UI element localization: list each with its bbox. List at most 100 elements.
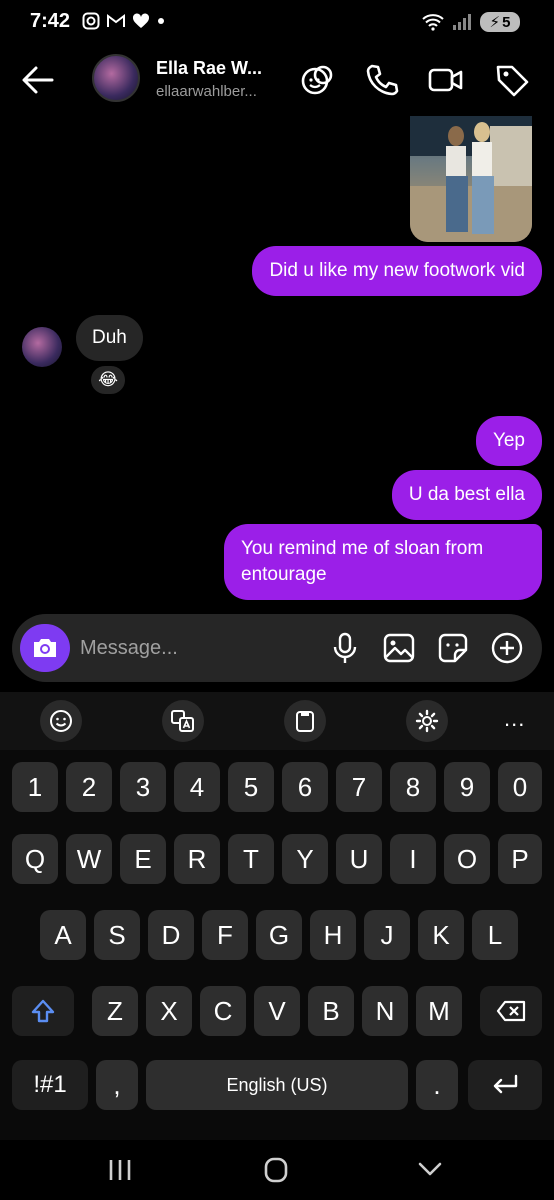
system-nav-bar	[0, 1140, 554, 1200]
key-a[interactable]: A	[40, 910, 86, 960]
video-icon[interactable]	[428, 62, 464, 98]
heart-icon	[132, 13, 150, 28]
laughing-emoji-icon: 😂	[98, 370, 118, 389]
key-u[interactable]: U	[336, 834, 382, 884]
key-3[interactable]: 3	[120, 762, 166, 812]
chat-header: Ella Rae W... ellaarwahlber...	[0, 50, 554, 110]
key-f[interactable]: F	[202, 910, 248, 960]
key-d[interactable]: D	[148, 910, 194, 960]
key-k[interactable]: K	[418, 910, 464, 960]
tag-icon[interactable]	[494, 62, 530, 98]
system-icons: ⚡ 5	[422, 12, 520, 32]
battery-icon: ⚡ 5	[480, 12, 520, 32]
key-l[interactable]: L	[472, 910, 518, 960]
notification-icons	[82, 12, 166, 30]
key-y[interactable]: Y	[282, 834, 328, 884]
translate-button[interactable]	[162, 700, 204, 742]
backspace-key[interactable]	[480, 986, 542, 1036]
camera-button[interactable]	[20, 624, 70, 672]
backspace-icon	[496, 1000, 526, 1022]
gallery-icon[interactable]	[382, 631, 416, 665]
home-icon[interactable]	[258, 1154, 294, 1186]
status-bar: 7:42 ⚡ 5	[0, 0, 554, 44]
key-9[interactable]: 9	[444, 762, 490, 812]
key-h[interactable]: H	[310, 910, 356, 960]
key-m[interactable]: M	[416, 986, 462, 1036]
key-x[interactable]: X	[146, 986, 192, 1036]
message-outgoing[interactable]: Did u like my new footwork vid	[252, 246, 542, 296]
key-g[interactable]: G	[256, 910, 302, 960]
shift-arrow-icon	[31, 999, 55, 1023]
back-arrow-icon[interactable]	[20, 62, 56, 98]
key-w[interactable]: W	[66, 834, 112, 884]
key-p[interactable]: P	[498, 834, 542, 884]
message-input[interactable]	[80, 634, 300, 662]
message-outgoing[interactable]: Yep	[475, 416, 542, 466]
message-outgoing[interactable]: You remind me of sloan from entourage	[224, 524, 542, 600]
battery-level: 5	[502, 13, 511, 31]
gmail-icon	[107, 14, 125, 27]
space-key[interactable]: English (US)	[146, 1060, 408, 1110]
key-e[interactable]: E	[120, 834, 166, 884]
reaction-badge[interactable]: 😂	[89, 364, 127, 396]
key-8[interactable]: 8	[390, 762, 436, 812]
enter-key[interactable]	[468, 1060, 542, 1110]
phone-icon[interactable]	[364, 62, 400, 98]
comma-key[interactable]: ,	[96, 1060, 138, 1110]
key-t[interactable]: T	[228, 834, 274, 884]
status-time: 7:42	[30, 10, 71, 32]
dot-icon	[158, 18, 164, 24]
camera-icon	[34, 639, 56, 657]
contact-avatar[interactable]	[92, 54, 140, 102]
key-r[interactable]: R	[174, 834, 220, 884]
recent-apps-icon[interactable]	[102, 1154, 138, 1186]
contact-name[interactable]: Ella Rae W...	[156, 58, 262, 79]
key-i[interactable]: I	[390, 834, 436, 884]
sticker-icon[interactable]	[436, 631, 470, 665]
key-n[interactable]: N	[362, 986, 408, 1036]
key-c[interactable]: C	[200, 986, 246, 1036]
key-6[interactable]: 6	[282, 762, 328, 812]
key-s[interactable]: S	[94, 910, 140, 960]
emoji-keyboard-button[interactable]	[40, 700, 82, 742]
period-key[interactable]: .	[416, 1060, 458, 1110]
enter-icon	[493, 1074, 518, 1094]
key-v[interactable]: V	[254, 986, 300, 1036]
instagram-icon	[82, 12, 100, 30]
contact-username[interactable]: ellaarwahlber...	[156, 83, 257, 100]
key-z[interactable]: Z	[92, 986, 138, 1036]
wifi-icon	[422, 14, 444, 31]
symbols-key[interactable]: !#1	[12, 1060, 88, 1110]
keyboard-settings-button[interactable]	[406, 700, 448, 742]
keyboard: ... 1 2 3 4 5 6 7 8 9 0 Q W E R T Y U I …	[0, 692, 554, 1140]
message-incoming[interactable]: Duh	[76, 315, 143, 361]
clipboard-icon	[296, 711, 314, 732]
keyboard-toolbar: ...	[0, 692, 554, 750]
key-b[interactable]: B	[308, 986, 354, 1036]
key-5[interactable]: 5	[228, 762, 274, 812]
key-0[interactable]: 0	[498, 762, 542, 812]
key-2[interactable]: 2	[66, 762, 112, 812]
translate-icon	[171, 710, 194, 732]
effects-icon[interactable]	[300, 62, 336, 98]
key-4[interactable]: 4	[174, 762, 220, 812]
gear-icon	[415, 709, 439, 733]
sender-avatar[interactable]	[22, 327, 62, 367]
microphone-icon[interactable]	[328, 631, 362, 665]
clipboard-button[interactable]	[284, 700, 326, 742]
shared-photo[interactable]	[410, 116, 532, 242]
message-composer	[12, 614, 542, 682]
photo-content	[410, 116, 532, 242]
charging-icon: ⚡	[489, 14, 501, 31]
more-options-icon[interactable]: ...	[504, 706, 525, 732]
message-outgoing[interactable]: U da best ella	[391, 470, 542, 520]
key-7[interactable]: 7	[336, 762, 382, 812]
back-chevron-icon[interactable]	[412, 1154, 448, 1186]
key-q[interactable]: Q	[12, 834, 58, 884]
key-o[interactable]: O	[444, 834, 490, 884]
shift-key[interactable]	[12, 986, 74, 1036]
signal-icon	[453, 14, 471, 30]
key-j[interactable]: J	[364, 910, 410, 960]
key-1[interactable]: 1	[12, 762, 58, 812]
add-icon[interactable]	[490, 631, 524, 665]
